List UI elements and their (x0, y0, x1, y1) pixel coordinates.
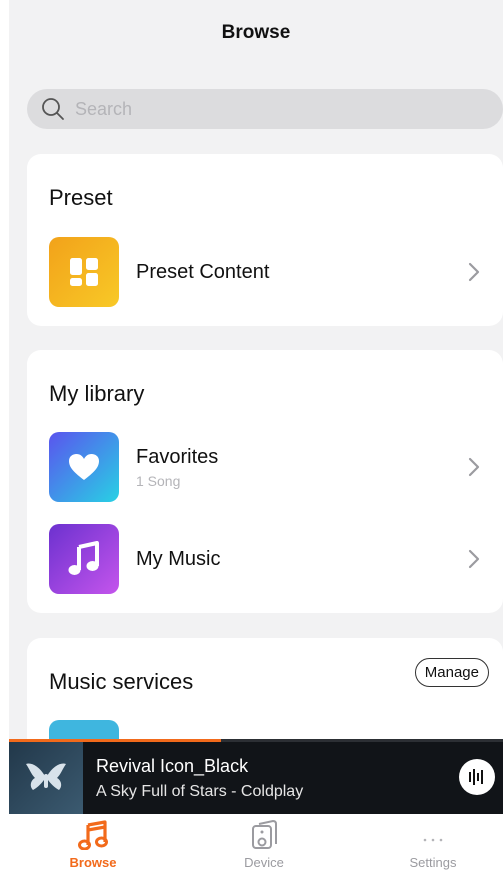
search-bar[interactable] (27, 89, 503, 129)
chevron-right-icon (468, 549, 480, 569)
track-title: Revival Icon_Black (96, 756, 249, 776)
library-section-title: My library (49, 381, 145, 406)
preset-content-row[interactable]: Preset Content (49, 237, 489, 307)
chevron-right-icon (468, 262, 480, 282)
my-music-text: My Music (136, 548, 467, 571)
manage-button[interactable]: Manage (414, 658, 489, 687)
favorites-tile (49, 432, 119, 502)
music-note-icon (68, 541, 99, 575)
favorites-row[interactable]: Favorites 1 Song (49, 432, 489, 502)
search-icon (42, 98, 64, 120)
tab-device[interactable]: Device (204, 820, 324, 870)
preset-card: Preset Preset Content (27, 154, 503, 326)
page-title: Browse (221, 22, 291, 43)
library-card: My library Favorites 1 Song My Music (27, 350, 503, 613)
playing-indicator-button[interactable] (459, 759, 495, 795)
favorites-label: Favorites (136, 445, 219, 468)
music-note-icon (78, 820, 108, 850)
search-input[interactable] (75, 98, 455, 120)
album-wings-icon (26, 763, 66, 790)
preset-section-title: Preset (49, 185, 113, 210)
more-dots-icon (423, 838, 443, 842)
album-art (9, 742, 83, 814)
preset-content-text: Preset Content (136, 261, 467, 284)
tab-settings[interactable]: Settings (373, 820, 493, 870)
my-music-row[interactable]: My Music (49, 524, 489, 594)
now-playing-bar[interactable]: Revival Icon_Black A Sky Full of Stars -… (9, 739, 503, 814)
tab-settings-label: Settings (409, 855, 457, 870)
track-artist: A Sky Full of Stars - Coldplay (96, 783, 304, 800)
grid-icon (70, 258, 98, 286)
heart-icon (69, 454, 99, 480)
music-services-title: Music services (49, 669, 194, 694)
equalizer-icon (469, 769, 483, 785)
favorites-count: 1 Song (136, 472, 181, 489)
browse-screen: Browse Preset Preset Content (9, 0, 503, 876)
preset-content-tile (49, 237, 119, 307)
tab-browse-label: Browse (69, 855, 117, 870)
tab-browse[interactable]: Browse (33, 820, 153, 870)
my-music-tile (49, 524, 119, 594)
preset-content-label: Preset Content (136, 260, 270, 283)
my-music-label: My Music (136, 547, 221, 570)
speaker-icon (252, 820, 277, 849)
chevron-right-icon (468, 457, 480, 477)
favorites-text: Favorites 1 Song (136, 446, 467, 489)
tab-device-label: Device (244, 855, 284, 870)
playback-progress-track (9, 739, 503, 742)
tab-bar: Browse Device Settings (9, 814, 503, 876)
